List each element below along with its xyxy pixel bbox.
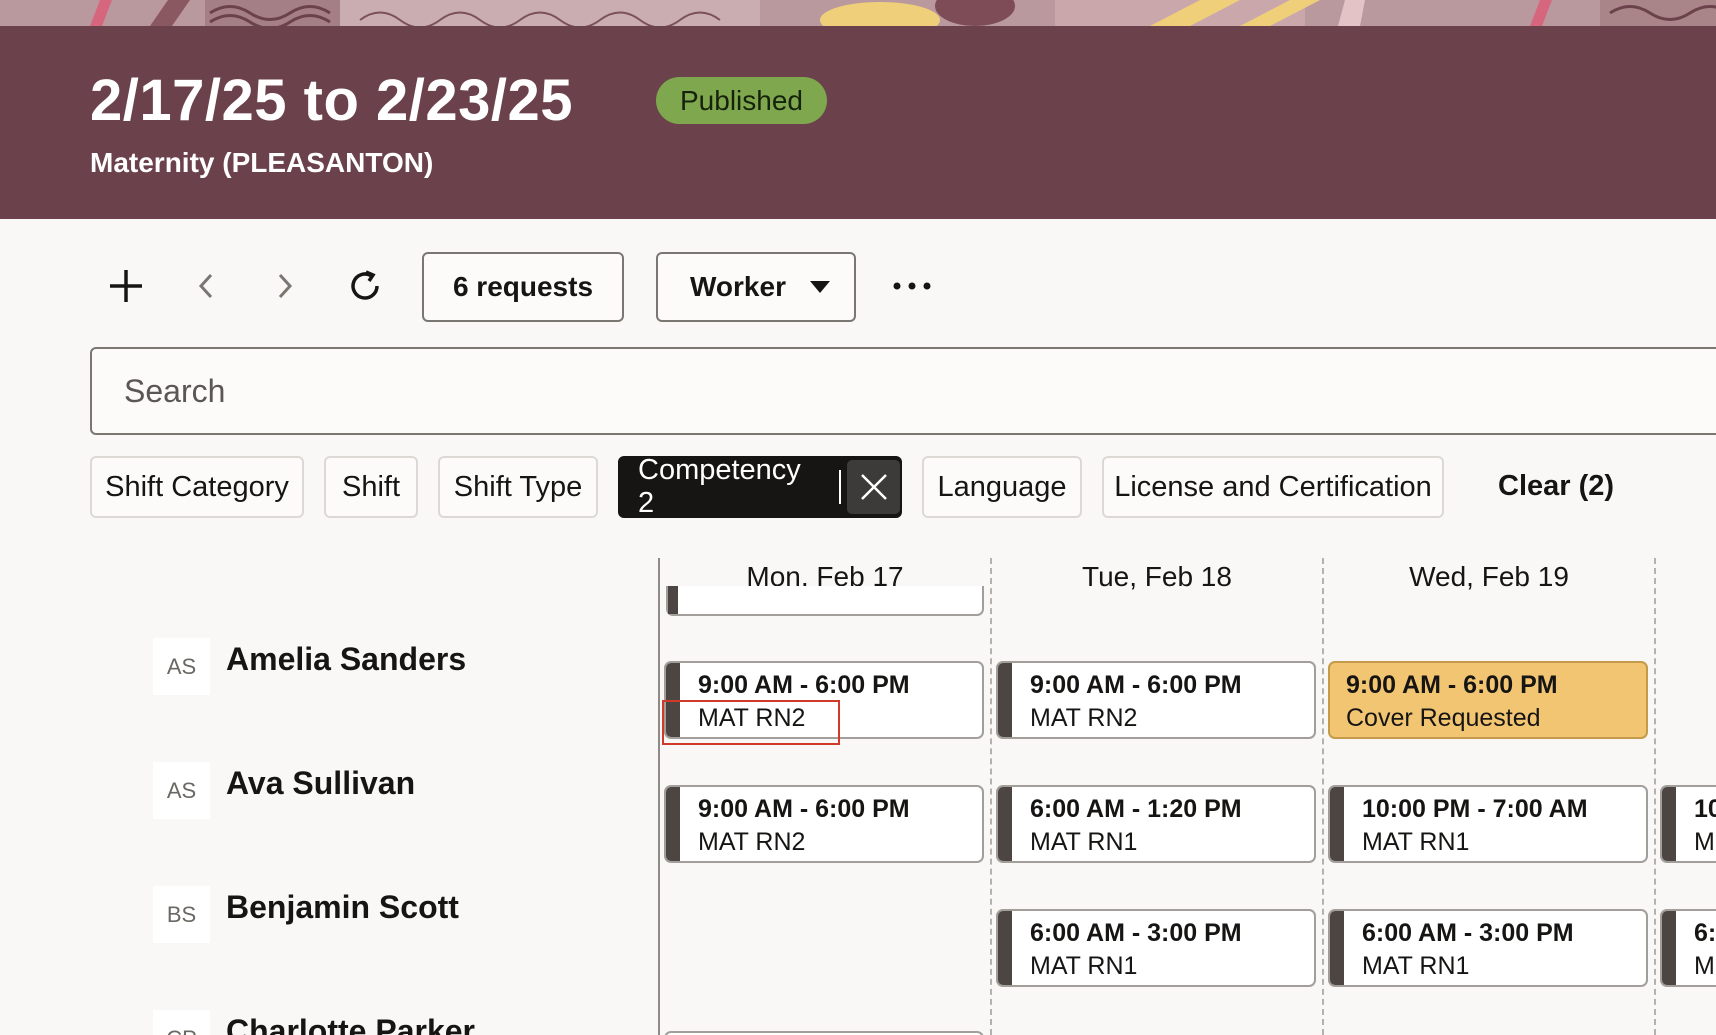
filter-shift[interactable]: Shift bbox=[324, 456, 418, 518]
previous-week-button[interactable] bbox=[182, 262, 230, 310]
shift-label: MAT RN1 bbox=[1362, 828, 1470, 856]
shift-card[interactable]: 10:00 PM - 7:00 AM MAT RN1 bbox=[1328, 785, 1648, 863]
shift-card[interactable]: 6:00 AM - 3:00 PM MAT RN1 bbox=[1328, 909, 1648, 987]
shift-time: 10 bbox=[1694, 795, 1716, 823]
shift-card-partial[interactable] bbox=[664, 1031, 984, 1035]
grid-line bbox=[1654, 558, 1656, 1035]
shift-card[interactable]: 9:00 AM - 6:00 PM MAT RN2 bbox=[664, 785, 984, 863]
add-button[interactable] bbox=[102, 262, 150, 310]
shift-time: 9:00 AM - 6:00 PM bbox=[1030, 671, 1242, 699]
chip-divider bbox=[839, 470, 842, 504]
shift-card[interactable]: 9:00 AM - 6:00 PM MAT RN2 bbox=[664, 661, 984, 739]
shift-label: M bbox=[1694, 952, 1715, 980]
page-title: 2/17/25 to 2/23/25 bbox=[90, 68, 573, 133]
shift-time: 10:00 PM - 7:00 AM bbox=[1362, 795, 1588, 823]
shift-label: MAT RN1 bbox=[1030, 952, 1138, 980]
avatar: AS bbox=[153, 638, 210, 695]
filter-competency-label: Competency 2 bbox=[638, 454, 801, 519]
search-input[interactable] bbox=[90, 347, 1716, 435]
chevron-right-icon bbox=[278, 273, 293, 299]
view-selector-label: Worker bbox=[690, 271, 786, 302]
worker-name[interactable]: Ava Sullivan bbox=[226, 765, 415, 802]
shift-time: 6:00 AM - 3:00 PM bbox=[1030, 919, 1242, 947]
shift-card[interactable]: 9:00 AM - 6:00 PM MAT RN2 bbox=[996, 661, 1316, 739]
shift-label: MAT RN1 bbox=[1362, 952, 1470, 980]
filter-shift-category[interactable]: Shift Category bbox=[90, 456, 304, 518]
filter-shift-type[interactable]: Shift Type bbox=[438, 456, 598, 518]
shift-time: 9:00 AM - 6:00 PM bbox=[1346, 671, 1558, 699]
shift-time: 6: bbox=[1694, 919, 1716, 947]
remove-competency-filter-button[interactable] bbox=[847, 460, 900, 514]
filter-language[interactable]: Language bbox=[922, 456, 1082, 518]
shift-time: 9:00 AM - 6:00 PM bbox=[698, 671, 910, 699]
avatar: AS bbox=[153, 762, 210, 819]
shift-status-label: Cover Requested bbox=[1346, 704, 1541, 732]
clear-filters-link[interactable]: Clear (2) bbox=[1498, 470, 1614, 503]
shift-label: MAT RN1 bbox=[1030, 828, 1138, 856]
refresh-icon bbox=[351, 270, 379, 300]
grid-line bbox=[1322, 558, 1324, 1035]
shift-card-partial[interactable]: 6: M bbox=[1660, 909, 1716, 987]
shift-time: 6:00 AM - 3:00 PM bbox=[1362, 919, 1574, 947]
schedule-header: 2/17/25 to 2/23/25 Published Maternity (… bbox=[0, 26, 1716, 219]
shift-card-partial[interactable]: 10 M bbox=[1660, 785, 1716, 863]
grid-line bbox=[658, 558, 660, 1035]
status-badge: Published bbox=[656, 77, 827, 124]
more-icon bbox=[893, 282, 931, 290]
header-pattern bbox=[0, 0, 1716, 26]
day-header-wed: Wed, Feb 19 bbox=[1409, 561, 1569, 592]
requests-button[interactable]: 6 requests bbox=[422, 252, 624, 322]
chevron-left-icon bbox=[198, 273, 213, 299]
avatar: BS bbox=[153, 886, 210, 943]
shift-time: 9:00 AM - 6:00 PM bbox=[698, 795, 910, 823]
worker-name[interactable]: Benjamin Scott bbox=[226, 889, 459, 926]
page-subtitle: Maternity (PLEASANTON) bbox=[90, 147, 434, 178]
add-icon bbox=[110, 270, 142, 302]
filter-competency[interactable]: Competency 2 bbox=[618, 454, 902, 519]
shift-card[interactable]: 6:00 AM - 1:20 PM MAT RN1 bbox=[996, 785, 1316, 863]
shift-label: MAT RN2 bbox=[1030, 704, 1138, 732]
shift-label: MAT RN2 bbox=[698, 704, 806, 732]
partial-shift-card[interactable] bbox=[666, 586, 984, 616]
refresh-button[interactable] bbox=[341, 262, 389, 310]
avatar: CP bbox=[153, 1010, 210, 1035]
close-icon bbox=[860, 474, 887, 500]
grid-line bbox=[990, 558, 992, 1035]
filter-license-certification[interactable]: License and Certification bbox=[1102, 456, 1444, 518]
shift-label: MAT RN2 bbox=[698, 828, 806, 856]
shift-time: 6:00 AM - 1:20 PM bbox=[1030, 795, 1242, 823]
worker-name[interactable]: Charlotte Parker bbox=[226, 1013, 475, 1035]
more-actions-button[interactable] bbox=[888, 262, 936, 310]
view-selector[interactable]: Worker bbox=[656, 252, 856, 322]
worker-name[interactable]: Amelia Sanders bbox=[226, 641, 466, 678]
day-header-tue: Tue, Feb 18 bbox=[1082, 561, 1232, 592]
shift-label: M bbox=[1694, 828, 1715, 856]
caret-down-icon bbox=[810, 281, 830, 293]
shift-card[interactable]: 6:00 AM - 3:00 PM MAT RN1 bbox=[996, 909, 1316, 987]
shift-card-cover-requested[interactable]: 9:00 AM - 6:00 PM Cover Requested bbox=[1328, 661, 1648, 739]
next-week-button[interactable] bbox=[261, 262, 309, 310]
